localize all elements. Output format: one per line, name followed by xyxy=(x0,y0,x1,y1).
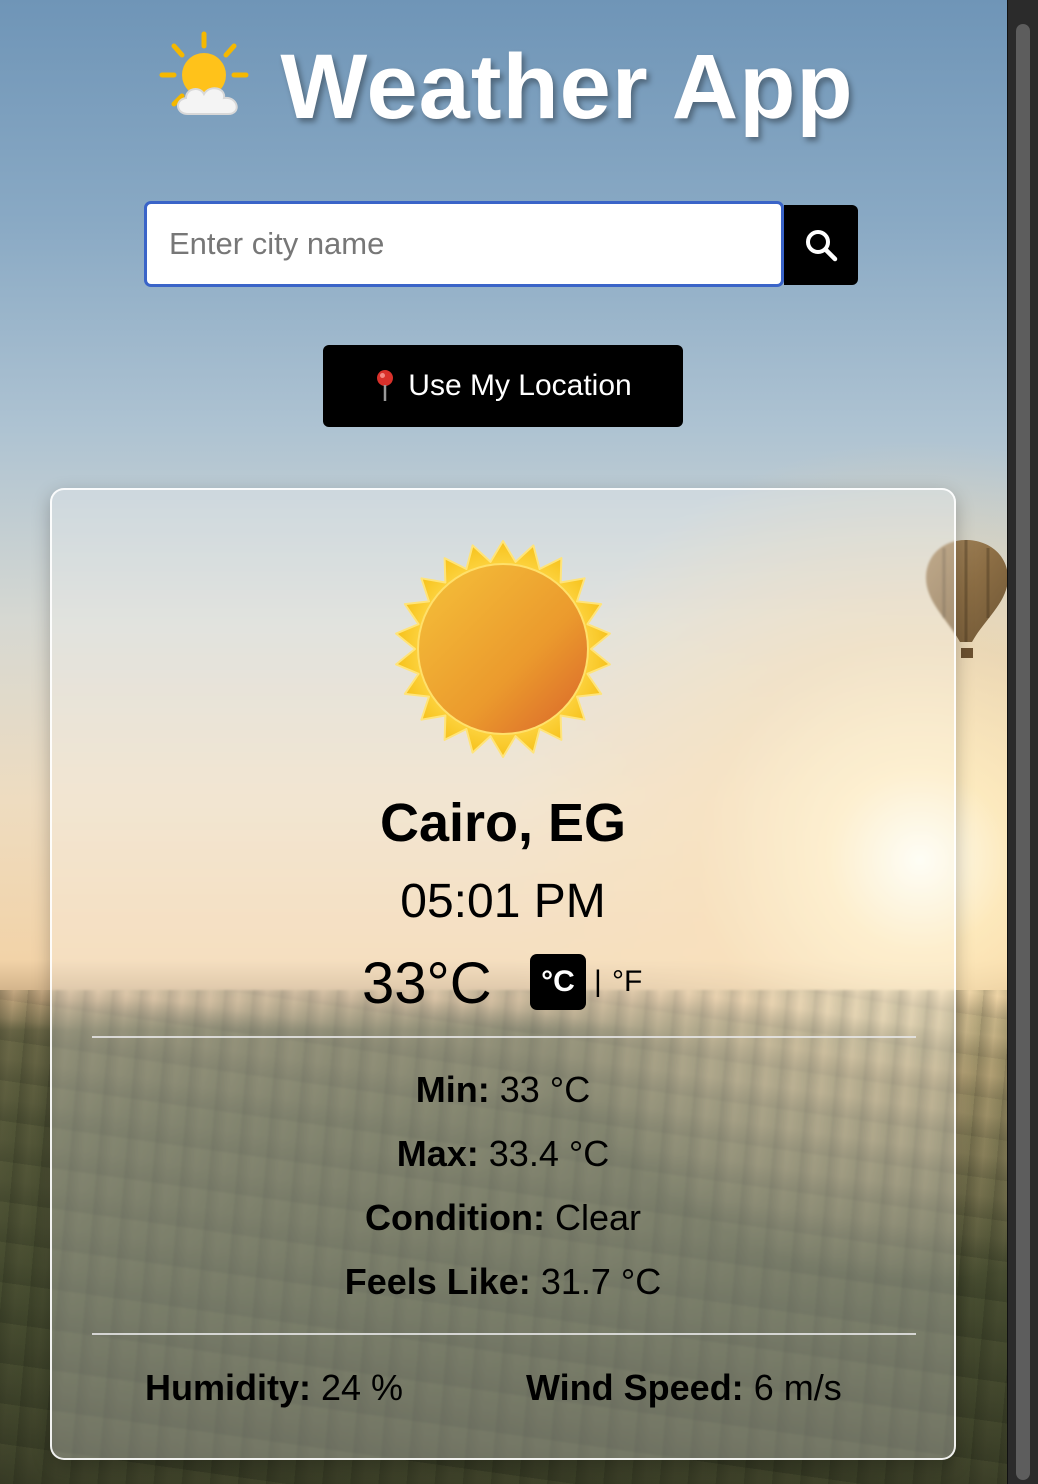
page-title: Weather App xyxy=(0,30,1008,137)
humidity-value: 24 % xyxy=(321,1367,404,1408)
use-my-location-button[interactable]: Use My Location xyxy=(323,345,683,427)
wind-speed-item: Wind Speed: 6 m/s xyxy=(526,1367,842,1409)
divider xyxy=(92,1333,916,1335)
search-bar xyxy=(144,201,858,287)
unit-separator: | xyxy=(594,965,602,998)
page-title-text: Weather App xyxy=(280,36,854,138)
temperature-value: 33°C xyxy=(362,951,492,1016)
scrollbar-thumb[interactable] xyxy=(1016,24,1030,1480)
sun-behind-cloud-icon xyxy=(159,31,249,115)
max-temp-value: 33.4 °C xyxy=(488,1133,610,1174)
fahrenheit-toggle[interactable]: °F xyxy=(612,965,642,999)
local-time: 05:01 PM xyxy=(400,875,606,928)
feels-like-value: 31.7 °C xyxy=(540,1261,662,1302)
celsius-toggle[interactable]: °C xyxy=(530,954,586,1010)
max-temp-label: Max: xyxy=(396,1133,479,1174)
sun-icon xyxy=(395,540,611,758)
divider xyxy=(92,1036,916,1038)
wind-speed-label: Wind Speed: xyxy=(526,1367,744,1408)
condition-row: Condition: Clear xyxy=(50,1197,956,1239)
city-name: Cairo, EG xyxy=(379,793,627,853)
wind-speed-value: 6 m/s xyxy=(753,1367,842,1408)
use-my-location-label: Use My Location xyxy=(408,369,632,402)
min-temp-value: 33 °C xyxy=(499,1069,591,1110)
humidity-item: Humidity: 24 % xyxy=(145,1367,403,1409)
pin-icon xyxy=(377,370,394,401)
feels-like-row: Feels Like: 31.7 °C xyxy=(50,1261,956,1303)
min-temp-label: Min: xyxy=(415,1069,490,1110)
max-temp-row: Max: 33.4 °C xyxy=(50,1133,956,1175)
search-button[interactable] xyxy=(784,205,858,285)
humidity-label: Humidity: xyxy=(145,1367,311,1408)
scrollbar[interactable] xyxy=(1007,0,1038,1484)
min-temp-row: Min: 33 °C xyxy=(50,1069,956,1111)
condition-label: Condition: xyxy=(365,1197,545,1238)
condition-value: Clear xyxy=(554,1197,641,1238)
feels-like-label: Feels Like: xyxy=(344,1261,531,1302)
search-icon xyxy=(806,230,838,262)
search-input[interactable] xyxy=(144,201,784,287)
